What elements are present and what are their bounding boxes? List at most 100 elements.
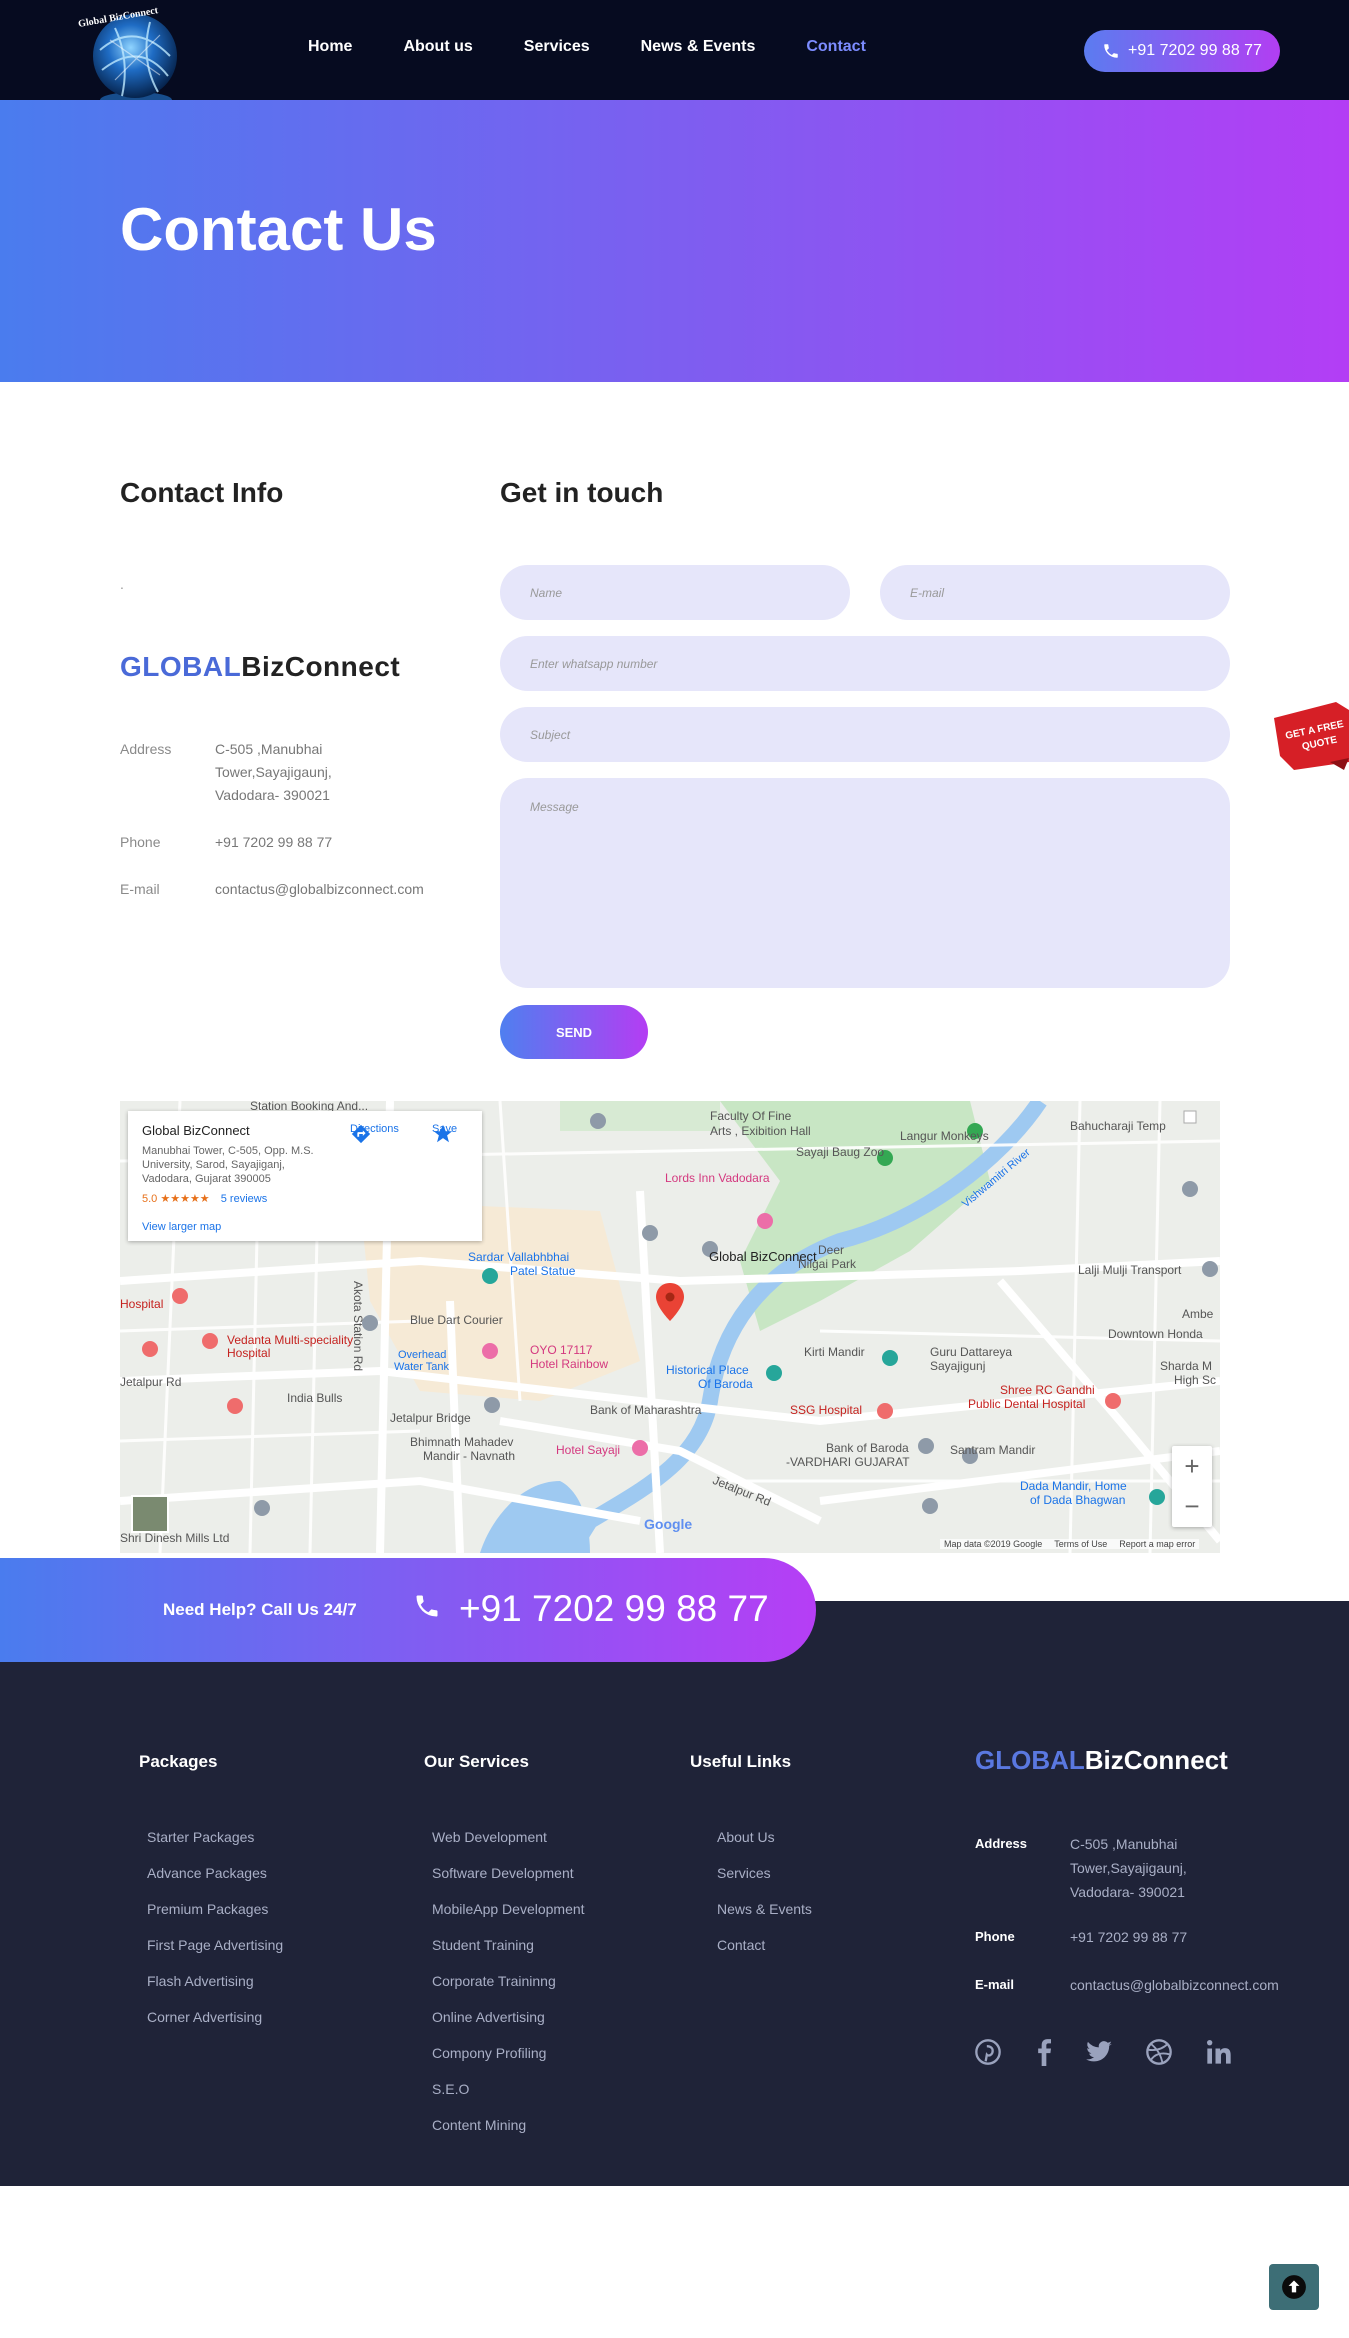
map-label: Dada Mandir, Home <box>1020 1479 1127 1493</box>
terms-link[interactable]: Terms of Use <box>1054 1539 1107 1549</box>
message-textarea[interactable] <box>500 778 1230 988</box>
footer-link[interactable]: Student Training <box>432 1937 534 1953</box>
phone-value: +91 7202 99 88 77 <box>215 834 333 850</box>
hero-banner: Contact Us <box>0 100 1349 382</box>
map-place-address: Manubhai Tower, C-505, Opp. M.S. Univers… <box>142 1145 314 1185</box>
main-nav: Home About us Services News & Events Con… <box>308 38 917 56</box>
map-label: Hospital <box>227 1346 271 1360</box>
map-zoom-control: + − <box>1172 1446 1212 1527</box>
report-error-link[interactable]: Report a map error <box>1119 1539 1195 1549</box>
footer-link[interactable]: Content Mining <box>432 2117 526 2133</box>
call-number[interactable]: +91 7202 99 88 77 <box>459 1588 769 1630</box>
phone-label: Phone <box>120 834 161 850</box>
footer-link[interactable]: News & Events <box>717 1901 812 1917</box>
google-map[interactable]: Global BizConnect Faculty Of Fine Arts ,… <box>120 1101 1220 1553</box>
footer-link[interactable]: MobileApp Development <box>432 1901 585 1917</box>
map-label: Mandir - Navnath <box>423 1449 516 1463</box>
header-phone-button[interactable]: +91 7202 99 88 77 <box>1084 30 1280 72</box>
map-label: Sayajigunj <box>930 1359 986 1373</box>
map-label: Hospital <box>120 1297 164 1311</box>
map-label: Blue Dart Courier <box>410 1313 503 1327</box>
name-input[interactable] <box>500 565 850 620</box>
footer-email-label: E-mail <box>975 1977 1015 1992</box>
map-label: Hotel Sayaji <box>556 1443 621 1457</box>
footer-link[interactable]: Compony Profiling <box>432 2045 546 2061</box>
stray-dot: . <box>120 576 124 592</box>
footer-link[interactable]: About Us <box>717 1829 775 1845</box>
map-label: Historical Place <box>666 1363 749 1377</box>
footer-link[interactable]: Premium Packages <box>147 1901 268 1917</box>
phone-icon <box>413 1592 441 1627</box>
footer-link[interactable]: Software Development <box>432 1865 574 1881</box>
map-label: Arts , Exibition Hall <box>710 1124 811 1138</box>
footer-email-value[interactable]: contactus@globalbizconnect.com <box>1070 1973 1279 1997</box>
map-place-rating: 5.0 ★★★★★ 5 reviews <box>142 1192 468 1205</box>
map-label: Sardar Vallabhbhai <box>468 1250 570 1264</box>
zoom-out-button[interactable]: − <box>1172 1486 1212 1526</box>
back-to-top-button[interactable] <box>1269 2264 1319 2310</box>
footer-link[interactable]: Web Development <box>432 1829 547 1845</box>
page-title: Contact Us <box>120 196 437 263</box>
map-label: Hotel Rainbow <box>530 1357 609 1371</box>
footer-link[interactable]: Flash Advertising <box>147 1973 254 1989</box>
email-value[interactable]: contactus@globalbizconnect.com <box>215 878 424 901</box>
nav-contact[interactable]: Contact <box>806 38 866 56</box>
map-label: Bank of Baroda <box>826 1441 909 1455</box>
map-label: Lords Inn Vadodara <box>665 1171 770 1185</box>
save-button[interactable]: Save <box>432 1123 457 1143</box>
pinterest-icon[interactable] <box>974 2038 1002 2073</box>
nav-home[interactable]: Home <box>308 38 352 56</box>
footer-link[interactable]: Services <box>717 1865 771 1881</box>
twitter-icon[interactable] <box>1085 2038 1113 2073</box>
nav-services[interactable]: Services <box>524 38 590 56</box>
need-help-text: Need Help? Call Us 24/7 <box>163 1600 357 1619</box>
phone-icon <box>1104 44 1118 58</box>
directions-button[interactable]: Directions <box>350 1123 399 1144</box>
footer-link[interactable]: Contact <box>717 1937 765 1953</box>
rating-stars: ★★★★★ <box>160 1193 210 1205</box>
map-place-card: Global BizConnect Manubhai Tower, C-505,… <box>128 1111 482 1241</box>
footer-links-heading: Useful Links <box>690 1752 792 1771</box>
footer-address-line: Tower,Sayajigaunj, <box>1070 1860 1187 1876</box>
nav-about[interactable]: About us <box>403 38 472 56</box>
map-label: OYO 17117 <box>530 1343 593 1357</box>
map-label: Water Tank <box>394 1361 450 1373</box>
footer-link[interactable]: S.E.O <box>432 2081 469 2097</box>
map-label: Deer <box>818 1243 845 1257</box>
linkedin-icon[interactable] <box>1205 2038 1233 2073</box>
footer-brand-part1: GLOBAL <box>975 1745 1085 1775</box>
map-label: India Bulls <box>287 1391 343 1405</box>
header-phone-number: +91 7202 99 88 77 <box>1128 42 1262 59</box>
address-value: C-505 ,Manubhai Tower,Sayajigaunj, Vadod… <box>215 738 332 807</box>
reviews-link[interactable]: 5 reviews <box>221 1193 267 1205</box>
footer-link[interactable]: Corporate Traininng <box>432 1973 556 1989</box>
free-quote-badge[interactable]: GET A FREE QUOTE <box>1270 700 1349 772</box>
map-label: -VARDHARI GUJARAT <box>786 1455 910 1469</box>
map-label: Bahucharaji Temp <box>1070 1119 1166 1133</box>
footer-brand-part2: BizConnect <box>1084 1745 1228 1775</box>
footer-address-value: C-505 ,Manubhai Tower,Sayajigaunj, Vadod… <box>1070 1832 1187 1904</box>
footer-link[interactable]: Corner Advertising <box>147 2009 262 2025</box>
map-label: Jetalpur Bridge <box>390 1411 471 1425</box>
top-navbar: Global BizConnect Home About us Services… <box>0 0 1349 108</box>
address-line: Tower,Sayajigaunj, <box>215 764 332 780</box>
nav-news-events[interactable]: News & Events <box>641 38 756 56</box>
footer-link[interactable]: Online Advertising <box>432 2009 545 2025</box>
map-label: High Sc <box>1174 1373 1217 1387</box>
whatsapp-input[interactable] <box>500 636 1230 691</box>
site-logo[interactable]: Global BizConnect <box>70 0 190 110</box>
dribbble-icon[interactable] <box>1145 2038 1173 2073</box>
email-input[interactable] <box>880 565 1230 620</box>
map-label: Vedanta Multi-speciality <box>227 1333 354 1347</box>
zoom-in-button[interactable]: + <box>1172 1446 1212 1486</box>
footer-address-label: Address <box>975 1836 1028 1851</box>
footer-link[interactable]: Starter Packages <box>147 1829 254 1845</box>
footer-link[interactable]: Advance Packages <box>147 1865 267 1881</box>
view-larger-map-link[interactable]: View larger map <box>142 1221 468 1233</box>
footer-address-line: Vadodara- 390021 <box>1070 1884 1185 1900</box>
send-button[interactable]: SEND <box>500 1005 648 1059</box>
subject-input[interactable] <box>500 707 1230 762</box>
footer-link[interactable]: First Page Advertising <box>147 1937 283 1953</box>
map-label: Overhead <box>398 1349 447 1361</box>
facebook-icon[interactable] <box>1034 2038 1054 2073</box>
